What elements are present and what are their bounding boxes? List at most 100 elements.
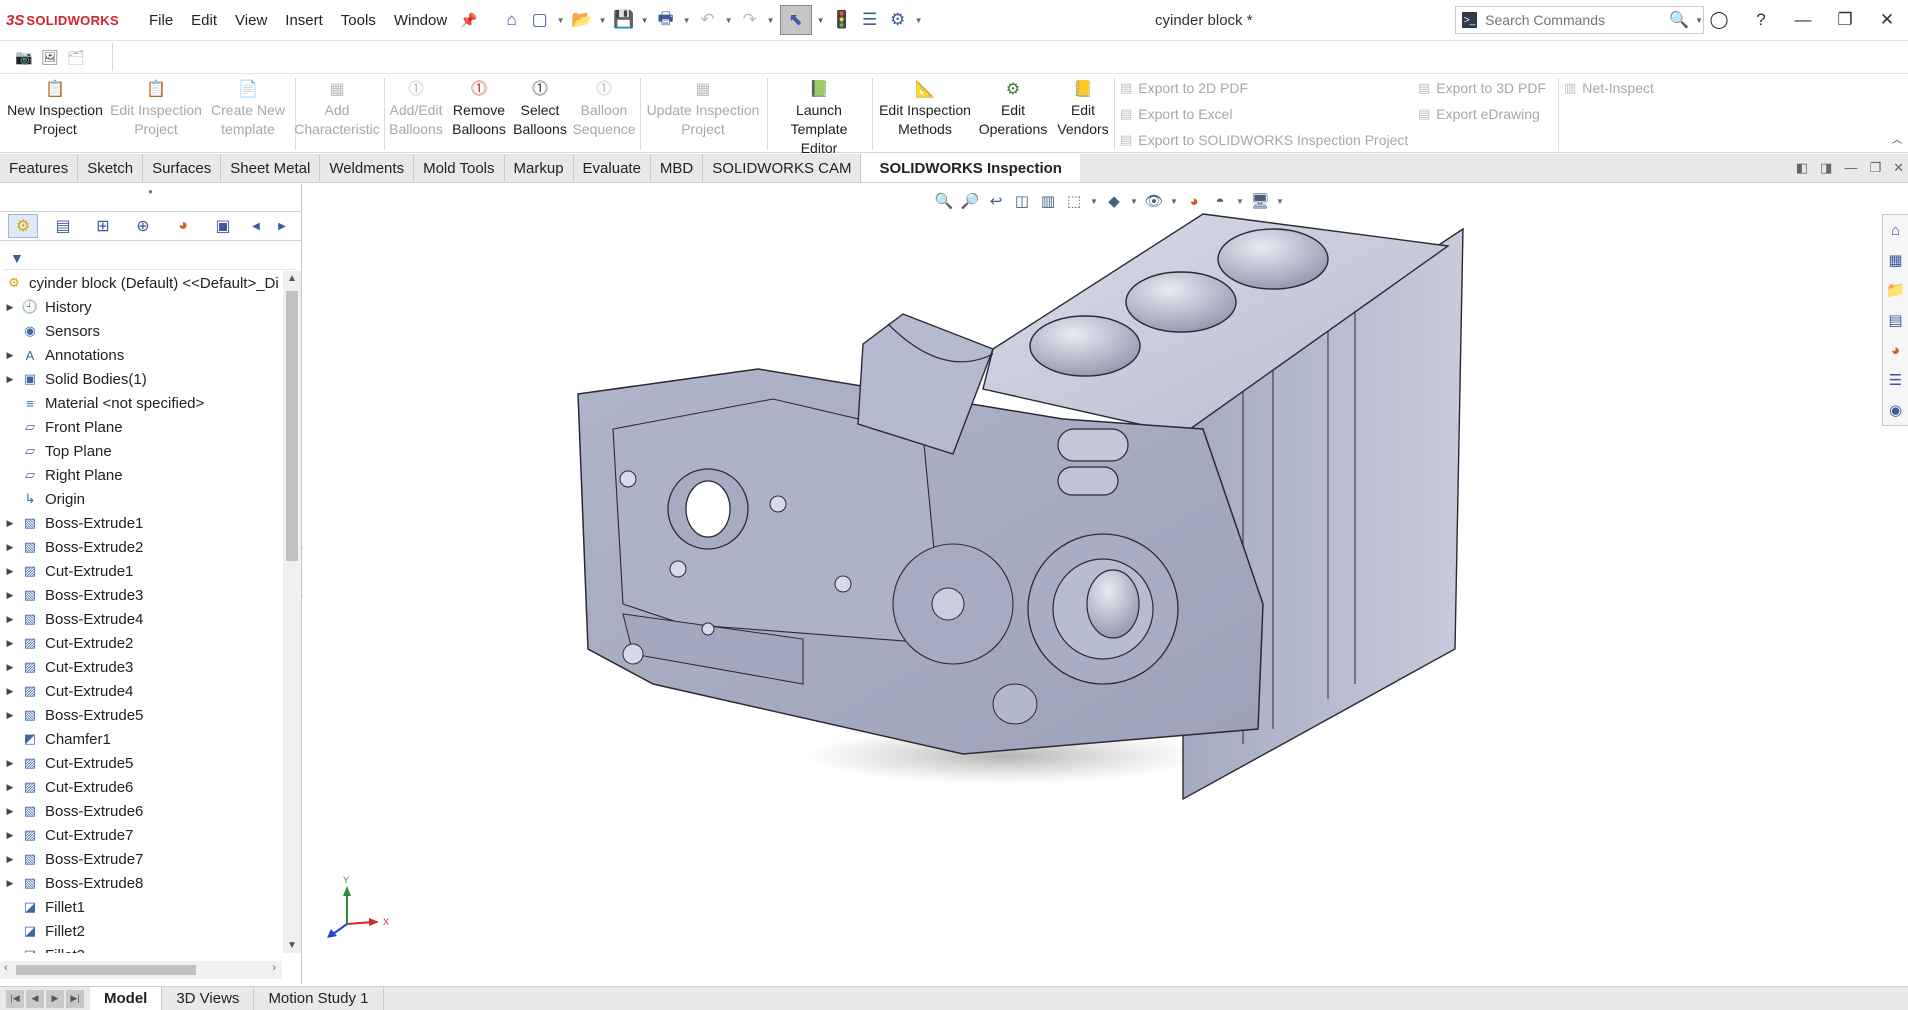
help-icon[interactable]: ? <box>1740 6 1782 34</box>
expand-arrow-icon[interactable]: ▶ <box>0 638 20 649</box>
net-inspect-button[interactable]: ▥ Net-Inspect <box>1564 80 1654 96</box>
expand-arrow-icon[interactable]: ▶ <box>0 854 20 865</box>
solidworks-logo[interactable]: 3S SOLIDWORKS <box>6 12 140 29</box>
select-cursor-icon[interactable]: ⬉ <box>779 5 812 35</box>
tree-item[interactable]: ▶ ▧ Boss-Extrude3 <box>0 583 282 607</box>
open-dropdown-arrow[interactable]: ▼ <box>598 16 608 25</box>
appearances-icon[interactable]: ◕ <box>1891 339 1900 361</box>
close-button[interactable]: ✕ <box>1866 6 1908 34</box>
solidworks-resources-icon[interactable]: ⌂ <box>1891 219 1900 241</box>
tab-weldments[interactable]: Weldments <box>320 154 415 182</box>
prev-tab-icon[interactable]: ◀ <box>26 989 44 1008</box>
panel-grip-icon[interactable]: ● <box>0 184 301 200</box>
expand-arrow-icon[interactable]: ▶ <box>0 662 20 673</box>
camera-icon[interactable]: 📷 <box>14 47 34 67</box>
tab-sketch[interactable]: Sketch <box>78 154 144 182</box>
tab-surfaces[interactable]: Surfaces <box>143 154 222 182</box>
redo-icon[interactable]: ↷ <box>738 8 762 32</box>
last-tab-icon[interactable]: ▶| <box>66 989 84 1008</box>
home-icon[interactable]: ⌂ <box>500 8 524 32</box>
tree-item[interactable]: ▶ ▧ Boss-Extrude7 <box>0 847 282 871</box>
tab-mbd[interactable]: MBD <box>651 154 704 182</box>
tree-item[interactable]: ▶ ▧ Boss-Extrude1 <box>0 511 282 535</box>
export-edrawing-button[interactable]: ▤ Export eDrawing <box>1418 106 1540 122</box>
tree-item[interactable]: ▶ ▨ Cut-Extrude1 <box>0 559 282 583</box>
tree-item[interactable]: ▶ ▣ Solid Bodies(1) <box>0 367 282 391</box>
scroll-thumb[interactable] <box>16 965 196 975</box>
undo-dropdown-arrow[interactable]: ▼ <box>724 16 734 25</box>
tab-solidworks-cam[interactable]: SOLIDWORKS CAM <box>703 154 862 182</box>
redo-dropdown-arrow[interactable]: ▼ <box>766 16 776 25</box>
doc-close-button[interactable]: ✕ <box>1893 160 1904 176</box>
tree-item[interactable]: ◩ Chamfer1 <box>0 727 282 751</box>
cylinder-block-model[interactable] <box>303 184 1908 984</box>
edit-vendors-button[interactable]: 📒 Edit Vendors <box>1055 78 1111 139</box>
search-input[interactable] <box>1485 12 1666 28</box>
options-gear-icon[interactable]: ⚙ <box>886 8 910 32</box>
tree-item[interactable]: ▶ ▧ Boss-Extrude4 <box>0 607 282 631</box>
tree-item[interactable]: ▱ Top Plane <box>0 439 282 463</box>
export-3d-pdf-button[interactable]: ▤ Export to 3D PDF <box>1418 80 1546 96</box>
tab-features[interactable]: Features <box>0 154 79 182</box>
remove-balloons-button[interactable]: ⓵ Remove Balloons <box>449 78 509 139</box>
select-balloons-button[interactable]: ⓵ Select Balloons <box>511 78 569 139</box>
scroll-down-arrow[interactable]: ▼ <box>283 940 301 951</box>
expand-arrow-icon[interactable]: ▶ <box>0 710 20 721</box>
tabs-scroll-right-icon[interactable]: ▶ <box>274 214 290 238</box>
tree-item[interactable]: ▶ ▨ Cut-Extrude6 <box>0 775 282 799</box>
tree-item[interactable]: ▶ ▨ Cut-Extrude7 <box>0 823 282 847</box>
tile-left-icon[interactable]: ◧ <box>1796 160 1808 176</box>
configuration-manager-tab-icon[interactable]: ⊞ <box>88 214 118 238</box>
doc-minimize-button[interactable]: — <box>1844 160 1857 176</box>
snapshot-list-icon[interactable]: 🗂 <box>66 47 86 67</box>
first-tab-icon[interactable]: |◀ <box>6 989 24 1008</box>
tree-horizontal-scrollbar[interactable]: ‹ › <box>0 961 282 979</box>
tab-markup[interactable]: Markup <box>505 154 574 182</box>
search-commands-box[interactable]: >_ 🔍 ▼ <box>1455 6 1704 34</box>
tab-evaluate[interactable]: Evaluate <box>574 154 651 182</box>
tab-motion-study-1[interactable]: Motion Study 1 <box>254 987 384 1010</box>
file-properties-icon[interactable]: ☰ <box>858 8 882 32</box>
search-icon[interactable]: 🔍 <box>1669 10 1689 30</box>
tabs-scroll-left-icon[interactable]: ◀ <box>248 214 264 238</box>
expand-arrow-icon[interactable]: ▶ <box>0 878 20 889</box>
tree-item[interactable]: ▶ ▧ Boss-Extrude8 <box>0 871 282 895</box>
collapse-ribbon-icon[interactable]: ︿ <box>1892 131 1902 146</box>
next-tab-icon[interactable]: ▶ <box>46 989 64 1008</box>
forum-icon[interactable]: ◉ <box>1889 399 1902 421</box>
export-excel-button[interactable]: ▤ Export to Excel <box>1120 106 1232 122</box>
cam-manager-tab-icon[interactable]: ▣ <box>208 214 238 238</box>
tab-model[interactable]: Model <box>90 987 163 1010</box>
snapshot-icon[interactable]: 🖼 <box>40 47 60 67</box>
expand-arrow-icon[interactable]: ▶ <box>0 614 20 625</box>
tree-item[interactable]: ▶ ▧ Boss-Extrude5 <box>0 703 282 727</box>
minimize-button[interactable]: — <box>1782 6 1824 34</box>
print-dropdown-arrow[interactable]: ▼ <box>682 16 692 25</box>
tree-item[interactable]: ▶ ▨ Cut-Extrude3 <box>0 655 282 679</box>
expand-arrow-icon[interactable]: ▶ <box>0 686 20 697</box>
expand-arrow-icon[interactable]: ▶ <box>0 302 20 313</box>
doc-restore-button[interactable]: ❐ <box>1869 160 1881 176</box>
feature-manager-tab-icon[interactable]: ⚙ <box>8 214 38 238</box>
expand-arrow-icon[interactable]: ▶ <box>0 806 20 817</box>
expand-arrow-icon[interactable]: ▶ <box>0 758 20 769</box>
tree-item[interactable]: ◉ Sensors <box>0 319 282 343</box>
open-folder-icon[interactable]: 📂 <box>570 8 594 32</box>
restore-button[interactable]: ❐ <box>1824 6 1866 34</box>
menu-edit[interactable]: Edit <box>182 12 226 29</box>
menu-file[interactable]: File <box>140 12 182 29</box>
tree-item[interactable]: ▱ Front Plane <box>0 415 282 439</box>
scroll-thumb[interactable] <box>286 291 298 561</box>
tree-item[interactable]: ▶ ▨ Cut-Extrude4 <box>0 679 282 703</box>
user-account-icon[interactable]: ◯ <box>1698 6 1740 34</box>
tile-right-icon[interactable]: ◨ <box>1820 160 1832 176</box>
graphics-area[interactable]: 🔍 🔎 ↩ ◫ ▥ ⬚ ▼ ◆ ▼ 👁 ▼ ◕ ◓ ▼ 🖥 ▼ ⌂ ▦ 📁 ▤ … <box>303 184 1908 984</box>
new-dropdown-arrow[interactable]: ▼ <box>556 16 566 25</box>
tab-sheet-metal[interactable]: Sheet Metal <box>221 154 321 182</box>
expand-arrow-icon[interactable]: ▶ <box>0 350 20 361</box>
balloon-sequence-button[interactable]: ⓵ Balloon Sequence <box>571 78 637 139</box>
launch-template-editor-button[interactable]: 📗 Launch Template Editor <box>771 78 867 158</box>
scroll-left-arrow[interactable]: ‹ <box>4 962 8 974</box>
tree-item[interactable]: ▶ 🕘 History <box>0 295 282 319</box>
tree-item[interactable]: ▶ ▨ Cut-Extrude5 <box>0 751 282 775</box>
